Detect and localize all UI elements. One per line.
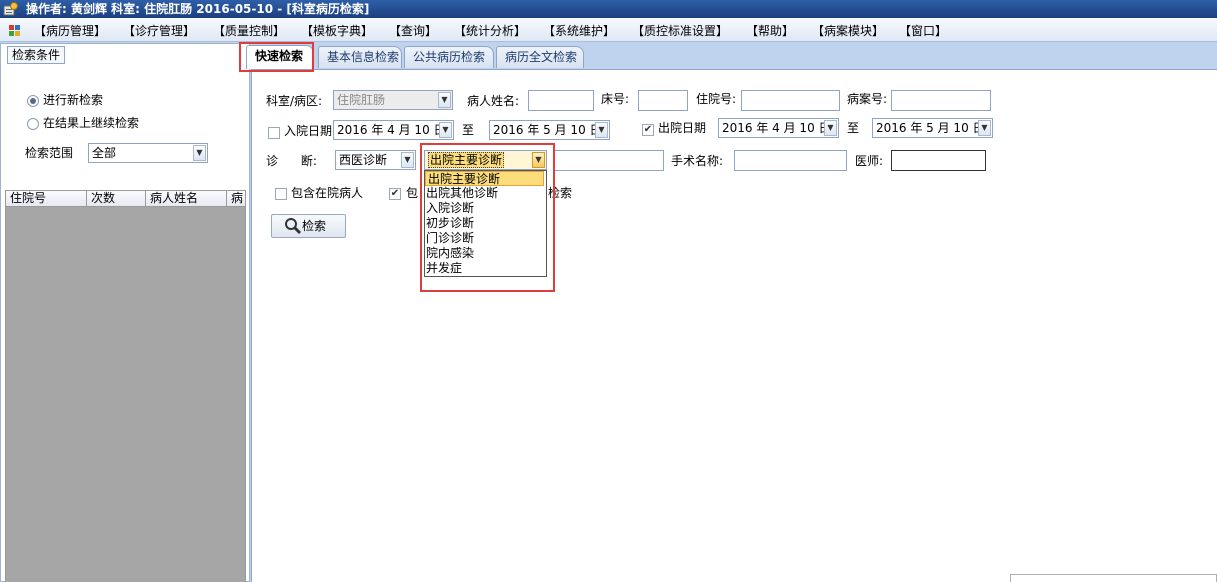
option2-checkbox[interactable]: ✔	[389, 188, 401, 200]
window-title: 操作者: 黄剑辉 科室: 住院肛肠 2016-05-10 - [科室病历检索]	[26, 2, 370, 16]
menu-medical-records[interactable]: 【病历管理】	[34, 22, 106, 40]
discharge-date-to-value: 2016 年 5 月 10 日	[876, 121, 985, 135]
tab-fulltext-search[interactable]: 病历全文检索	[496, 46, 584, 68]
menu-diagnosis-treatment[interactable]: 【诊疗管理】	[123, 22, 195, 40]
case-no-label: 病案号:	[847, 92, 888, 106]
admission-no-input[interactable]	[741, 90, 840, 111]
chevron-down-icon[interactable]: ▼	[439, 122, 452, 138]
search-scope-select[interactable]: 全部 ▼	[88, 143, 208, 163]
window-menu-icon[interactable]	[8, 23, 22, 37]
continue-search-radio[interactable]	[27, 118, 39, 130]
include-inpatients-label: 包含在院病人	[291, 186, 364, 200]
chevron-down-icon[interactable]: ▼	[193, 145, 206, 161]
continue-search-label: 在结果上继续检索	[43, 116, 140, 130]
discharge-date-to-picker[interactable]: 2016 年 5 月 10 日 ▼	[872, 118, 993, 138]
search-button[interactable]: 检索	[271, 214, 346, 238]
menu-help[interactable]: 【帮助】	[746, 22, 794, 40]
case-no-input[interactable]	[891, 90, 991, 111]
menu-window[interactable]: 【窗口】	[899, 22, 947, 40]
dept-select[interactable]: 住院肛肠 ▼	[333, 90, 453, 110]
admit-to-label: 至	[462, 123, 475, 137]
diagnosis-text-input[interactable]	[554, 150, 664, 171]
admit-date-label: 入院日期	[284, 124, 333, 138]
bottom-panel-edge	[1010, 574, 1217, 582]
surgery-name-label: 手术名称:	[671, 154, 724, 168]
chevron-down-icon[interactable]: ▼	[438, 92, 451, 108]
admission-no-label: 住院号:	[696, 92, 737, 106]
tab-basic-info-search[interactable]: 基本信息检索	[318, 46, 402, 68]
quick-search-panel	[251, 69, 1217, 582]
column-truncated[interactable]: 病	[227, 191, 246, 206]
patient-name-label: 病人姓名:	[467, 94, 520, 108]
search-scope-label: 检索范围	[25, 146, 74, 160]
new-search-radio[interactable]	[27, 95, 39, 107]
menu-statistics[interactable]: 【统计分析】	[454, 22, 526, 40]
chevron-down-icon[interactable]: ▼	[978, 120, 991, 136]
admit-date-from-picker[interactable]: 2016 年 4 月 10 日 ▼	[333, 120, 454, 140]
search-scope-value: 全部	[92, 146, 117, 160]
column-visit-count[interactable]: 次数	[87, 191, 146, 206]
menu-quality-control[interactable]: 【质量控制】	[213, 22, 285, 40]
app-icon	[3, 2, 18, 16]
results-grid-body[interactable]	[5, 207, 246, 582]
discharge-date-checkbox[interactable]: ✔	[642, 124, 654, 136]
menu-query[interactable]: 【查询】	[389, 22, 437, 40]
magnifier-icon	[285, 218, 302, 235]
tab-highlight-box	[239, 42, 314, 72]
column-patient-name[interactable]: 病人姓名	[146, 191, 227, 206]
diagnosis-label: 诊 断:	[266, 154, 317, 168]
diagnosis-type-value: 西医诊断	[339, 153, 388, 167]
menu-template-dictionary[interactable]: 【模板字典】	[301, 22, 373, 40]
diagnosis-type-select[interactable]: 西医诊断 ▼	[335, 150, 416, 170]
menu-case-module[interactable]: 【病案模块】	[812, 22, 884, 40]
discharge-date-label: 出院日期	[658, 121, 707, 135]
admit-date-from-value: 2016 年 4 月 10 日	[337, 123, 446, 137]
admit-date-to-value: 2016 年 5 月 10 日	[493, 123, 602, 137]
doctor-label: 医师:	[855, 154, 884, 168]
menu-qc-standards[interactable]: 【质控标准设置】	[632, 22, 728, 40]
bed-no-input[interactable]	[638, 90, 688, 111]
discharge-to-label: 至	[847, 121, 860, 135]
dept-value: 住院肛肠	[337, 93, 386, 107]
menu-system-maintenance[interactable]: 【系统维护】	[543, 22, 615, 40]
discharge-date-from-picker[interactable]: 2016 年 4 月 10 日 ▼	[718, 118, 839, 138]
include-inpatients-checkbox[interactable]	[275, 188, 287, 200]
admit-date-to-picker[interactable]: 2016 年 5 月 10 日 ▼	[489, 120, 610, 140]
tab-public-records-search[interactable]: 公共病历检索	[404, 46, 494, 68]
option2-label-prefix: 包	[406, 186, 419, 200]
chevron-down-icon[interactable]: ▼	[595, 122, 608, 138]
dropdown-highlight-box	[420, 143, 555, 292]
chevron-down-icon[interactable]: ▼	[401, 152, 414, 168]
discharge-date-from-value: 2016 年 4 月 10 日	[722, 121, 831, 135]
search-conditions-title: 检索条件	[7, 46, 66, 64]
dept-label: 科室/病区:	[266, 94, 323, 108]
doctor-input[interactable]	[891, 150, 986, 171]
surgery-name-input[interactable]	[734, 150, 847, 171]
new-search-label: 进行新检索	[43, 93, 104, 107]
patient-name-input[interactable]	[528, 90, 594, 111]
admit-date-checkbox[interactable]	[268, 127, 280, 139]
bed-no-label: 床号:	[601, 92, 630, 106]
column-admission-no[interactable]: 住院号	[6, 191, 87, 206]
window-title-bar: 操作者: 黄剑辉 科室: 住院肛肠 2016-05-10 - [科室病历检索]	[0, 0, 1217, 18]
chevron-down-icon[interactable]: ▼	[824, 120, 837, 136]
